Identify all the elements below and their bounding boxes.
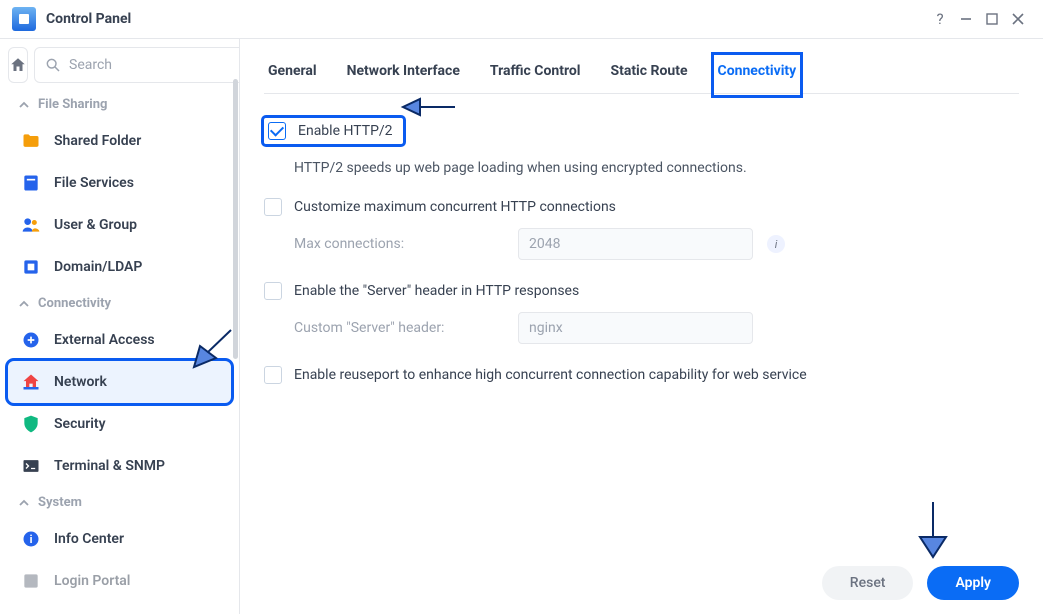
close-button[interactable] — [1005, 6, 1031, 32]
terminal-icon — [20, 455, 42, 477]
option-label: Enable the "Server" header in HTTP respo… — [294, 283, 579, 299]
portal-icon — [20, 570, 42, 592]
minimize-button[interactable] — [953, 6, 979, 32]
sidebar-item-label: File Services — [54, 175, 134, 191]
search-icon — [45, 57, 61, 73]
section-label: System — [38, 495, 82, 510]
chevron-up-icon — [18, 298, 30, 310]
checkbox-reuseport[interactable] — [264, 366, 282, 384]
sidebar-item-shared-folder[interactable]: Shared Folder — [8, 120, 231, 162]
tab-traffic-control[interactable]: Traffic Control — [488, 57, 583, 93]
option-label: Enable reuseport to enhance high concurr… — [294, 367, 807, 383]
sidebar-item-label: User & Group — [54, 217, 137, 233]
users-icon — [20, 214, 42, 236]
section-file-sharing[interactable]: File Sharing — [8, 89, 231, 120]
sidebar-item-label: Info Center — [54, 531, 124, 547]
sidebar-item-file-services[interactable]: File Services — [8, 162, 231, 204]
domain-icon — [20, 256, 42, 278]
sidebar-item-label: Domain/LDAP — [54, 259, 142, 275]
info-icon[interactable]: i — [767, 235, 785, 253]
sidebar-item-user-group[interactable]: User & Group — [8, 204, 231, 246]
custom-server-input — [518, 312, 753, 344]
content-pane: General Network Interface Traffic Contro… — [240, 39, 1043, 614]
chevron-up-icon — [18, 497, 30, 509]
custom-server-label: Custom "Server" header: — [294, 320, 504, 336]
apply-button[interactable]: Apply — [927, 566, 1019, 600]
network-icon — [20, 371, 42, 393]
option-label: Enable HTTP/2 — [298, 123, 393, 139]
tab-bar: General Network Interface Traffic Contro… — [264, 57, 1019, 94]
sidebar-item-network[interactable]: Network — [8, 361, 231, 403]
http2-description: HTTP/2 speeds up web page loading when u… — [294, 160, 1019, 176]
titlebar: Control Panel ? — [0, 0, 1043, 39]
checkbox-server-header[interactable] — [264, 282, 282, 300]
max-connections-input — [518, 228, 753, 260]
tab-static-route[interactable]: Static Route — [608, 57, 689, 93]
sidebar-item-terminal-snmp[interactable]: Terminal & SNMP — [8, 445, 231, 487]
checkbox-customize-max[interactable] — [264, 198, 282, 216]
sidebar-item-domain-ldap[interactable]: Domain/LDAP — [8, 246, 231, 288]
sidebar-item-label: Shared Folder — [54, 133, 141, 149]
option-label: Customize maximum concurrent HTTP connec… — [294, 199, 616, 215]
reset-button[interactable]: Reset — [822, 566, 914, 600]
link-icon — [20, 329, 42, 351]
maximize-button[interactable] — [979, 6, 1005, 32]
file-services-icon — [20, 172, 42, 194]
sidebar-item-info-center[interactable]: i Info Center — [8, 518, 231, 560]
svg-text:i: i — [30, 533, 33, 546]
annotation-arrow-icon — [908, 497, 958, 562]
sidebar-item-label: Security — [54, 416, 106, 432]
info-icon: i — [20, 528, 42, 550]
chevron-up-icon — [18, 99, 30, 111]
shield-icon — [20, 413, 42, 435]
window-title: Control Panel — [46, 11, 131, 27]
search-input[interactable] — [69, 57, 240, 73]
home-button[interactable] — [8, 47, 28, 83]
sidebar: File Sharing Shared Folder File Services… — [0, 39, 240, 614]
section-label: Connectivity — [38, 296, 111, 311]
sidebar-item-security[interactable]: Security — [8, 403, 231, 445]
search-field[interactable] — [34, 47, 240, 83]
section-label: File Sharing — [38, 97, 107, 112]
sidebar-item-label: Terminal & SNMP — [54, 458, 165, 474]
sidebar-item-login-portal[interactable]: Login Portal — [8, 560, 231, 602]
checkbox-enable-http2[interactable] — [268, 122, 286, 140]
app-icon — [12, 7, 36, 31]
tab-network-interface[interactable]: Network Interface — [345, 57, 462, 93]
tab-general[interactable]: General — [266, 57, 319, 93]
section-system[interactable]: System — [8, 487, 231, 518]
sidebar-scrollbar[interactable] — [233, 39, 239, 614]
sidebar-item-label: Login Portal — [54, 573, 130, 589]
sidebar-item-external-access[interactable]: External Access — [8, 319, 231, 361]
folder-icon — [20, 130, 42, 152]
sidebar-item-label: External Access — [54, 332, 155, 348]
tab-connectivity[interactable]: Connectivity — [716, 57, 799, 93]
section-connectivity[interactable]: Connectivity — [8, 288, 231, 319]
max-connections-label: Max connections: — [294, 236, 504, 252]
help-button[interactable]: ? — [927, 6, 953, 32]
sidebar-item-label: Network — [54, 374, 107, 390]
